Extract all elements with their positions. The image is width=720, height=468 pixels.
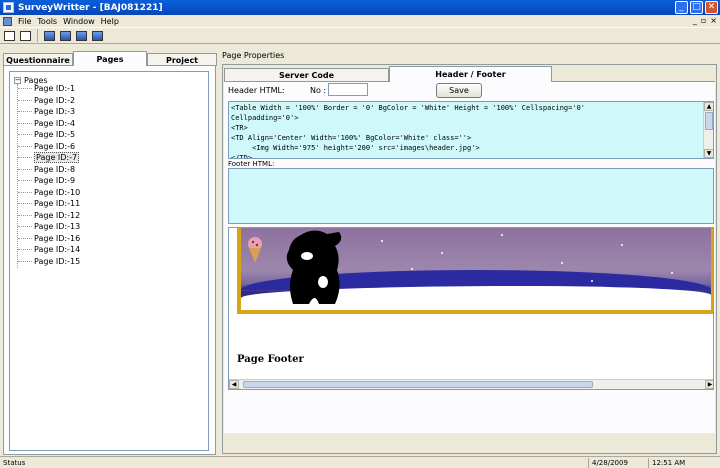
status-date: 4/28/2009 [588, 458, 648, 468]
scroll-right-icon[interactable]: ▶ [705, 380, 713, 389]
left-panel: − Pages Page ID:-1 Page ID:-2 Page ID:-3… [3, 65, 216, 455]
menu-file[interactable]: File [15, 17, 34, 26]
save-button[interactable]: Save [436, 83, 482, 98]
window-title: SurveyWritter - [BAJ081221] [18, 2, 163, 13]
tree-item-selected[interactable]: Page ID:-7 [18, 152, 80, 163]
tree-item-label: Page ID:-5 [34, 130, 76, 139]
tree-item[interactable]: Page ID:-15 [18, 256, 80, 267]
toolbar-separator [37, 29, 38, 42]
tree-item[interactable]: Page ID:-3 [18, 106, 75, 117]
html-preview: Page Footer ◀ ▶ [228, 227, 714, 390]
tree-item-label: Page ID:-15 [34, 256, 81, 266]
menu-help[interactable]: Help [98, 17, 122, 26]
header-html-code: <Table Width = '100%' Border = '0' BgCol… [231, 104, 586, 159]
left-tab-strip: Questionnaire Pages Project [3, 51, 217, 66]
header-footer-tab-body: Header HTML: No : Save <Table Width = '1… [224, 81, 715, 433]
scroll-up-icon[interactable]: ▲ [704, 102, 713, 111]
app-icon [3, 2, 14, 13]
tree-item-label: Page ID:-11 [34, 199, 81, 208]
tree-item[interactable]: Page ID:-5 [18, 129, 75, 140]
tree-item-label: Page ID:-3 [34, 107, 76, 116]
menu-bar: File Tools Window Help _ ▫ × [0, 15, 720, 27]
tree-item[interactable]: Page ID:-8 [18, 164, 75, 175]
preview-hscrollbar[interactable]: ◀ ▶ [229, 379, 713, 389]
minimize-button[interactable]: _ [675, 1, 688, 14]
tool-d-icon[interactable] [90, 29, 105, 43]
child-window-controls: _ ▫ × [693, 16, 717, 25]
ice-cream-icon [248, 237, 262, 263]
tree-item[interactable]: Page ID:-2 [18, 95, 75, 106]
menu-window[interactable]: Window [60, 17, 98, 26]
tree-item[interactable]: Page ID:-16 [18, 233, 80, 244]
tree-item[interactable]: Page ID:-4 [18, 118, 75, 129]
header-banner-image [237, 228, 713, 314]
tab-pages[interactable]: Pages [73, 51, 147, 66]
tree-item-label: Page ID:-13 [34, 222, 81, 231]
maximize-button[interactable]: □ [690, 1, 703, 14]
title-bar: SurveyWritter - [BAJ081221] _ □ ✕ [0, 0, 720, 15]
close-button[interactable]: ✕ [705, 1, 718, 14]
header-html-editor[interactable]: <Table Width = '100%' Border = '0' BgCol… [228, 101, 714, 159]
scroll-down-icon[interactable]: ▼ [704, 149, 713, 158]
open-icon[interactable] [18, 29, 33, 43]
page-properties-panel: Server Code Header / Footer Header HTML:… [222, 64, 717, 454]
footer-html-editor[interactable] [228, 168, 714, 224]
tree-item-label: Page ID:-1 [34, 84, 76, 93]
header-editor-scrollbar[interactable]: ▲ ▼ [703, 102, 713, 158]
tree-item[interactable]: Page ID:-1 [18, 83, 75, 94]
footer-html-label: Footer HTML: [228, 160, 275, 168]
document-icon[interactable] [3, 16, 12, 26]
new-icon[interactable] [2, 29, 17, 43]
tree-item[interactable]: Page ID:-12 [18, 210, 80, 221]
child-close-button[interactable]: × [710, 16, 717, 25]
no-label: No : [310, 86, 327, 95]
scroll-thumb[interactable] [705, 112, 713, 130]
toolbar [0, 27, 720, 44]
tree-item-label: Page ID:-9 [34, 176, 76, 185]
scroll-thumb[interactable] [243, 381, 593, 388]
child-minimize-button[interactable]: _ [693, 16, 697, 25]
tree-item-label: Page ID:-14 [34, 245, 81, 254]
tree-item-label: Page ID:-8 [34, 164, 76, 174]
tree-item-label: Page ID:-16 [34, 233, 81, 243]
tree-item[interactable]: Page ID:-13 [18, 221, 80, 232]
tab-header-footer[interactable]: Header / Footer [389, 66, 552, 82]
tree-item-label: Page ID:-6 [34, 141, 76, 151]
tool-c-icon[interactable] [74, 29, 89, 43]
tab-server-code[interactable]: Server Code [224, 68, 389, 81]
page-properties-title: Page Properties [222, 51, 285, 60]
cow-icon [286, 230, 342, 304]
tool-b-icon[interactable] [58, 29, 73, 43]
header-html-label: Header HTML: [228, 86, 285, 95]
tree-item-label: Page ID:-4 [34, 118, 76, 128]
tree-item[interactable]: Page ID:-11 [18, 198, 80, 209]
child-restore-button[interactable]: ▫ [701, 16, 706, 25]
menu-tools[interactable]: Tools [34, 17, 60, 26]
tree-item[interactable]: Page ID:-6 [18, 141, 75, 152]
no-input[interactable] [328, 83, 368, 96]
tree-item[interactable]: Page ID:-10 [18, 187, 80, 198]
preview-footer-text: Page Footer [237, 354, 304, 365]
status-text: Status [3, 459, 26, 467]
tree-item-label: Page ID:-7 [34, 152, 80, 163]
tree-item-label: Page ID:-12 [34, 210, 81, 220]
tool-a-icon[interactable] [42, 29, 57, 43]
status-bar: Status 4/28/2009 12:51 AM [0, 456, 720, 468]
tree-item-label: Page ID:-10 [34, 187, 81, 197]
tree-item-label: Page ID:-2 [34, 95, 76, 105]
tree-item[interactable]: Page ID:-14 [18, 244, 80, 255]
window-controls: _ □ ✕ [675, 1, 718, 14]
pages-tree[interactable]: − Pages Page ID:-1 Page ID:-2 Page ID:-3… [9, 71, 209, 451]
work-area: Questionnaire Pages Project − Pages Page… [0, 44, 720, 456]
status-time: 12:51 AM [648, 458, 720, 468]
tree-item[interactable]: Page ID:-9 [18, 175, 75, 186]
scroll-left-icon[interactable]: ◀ [229, 380, 239, 389]
